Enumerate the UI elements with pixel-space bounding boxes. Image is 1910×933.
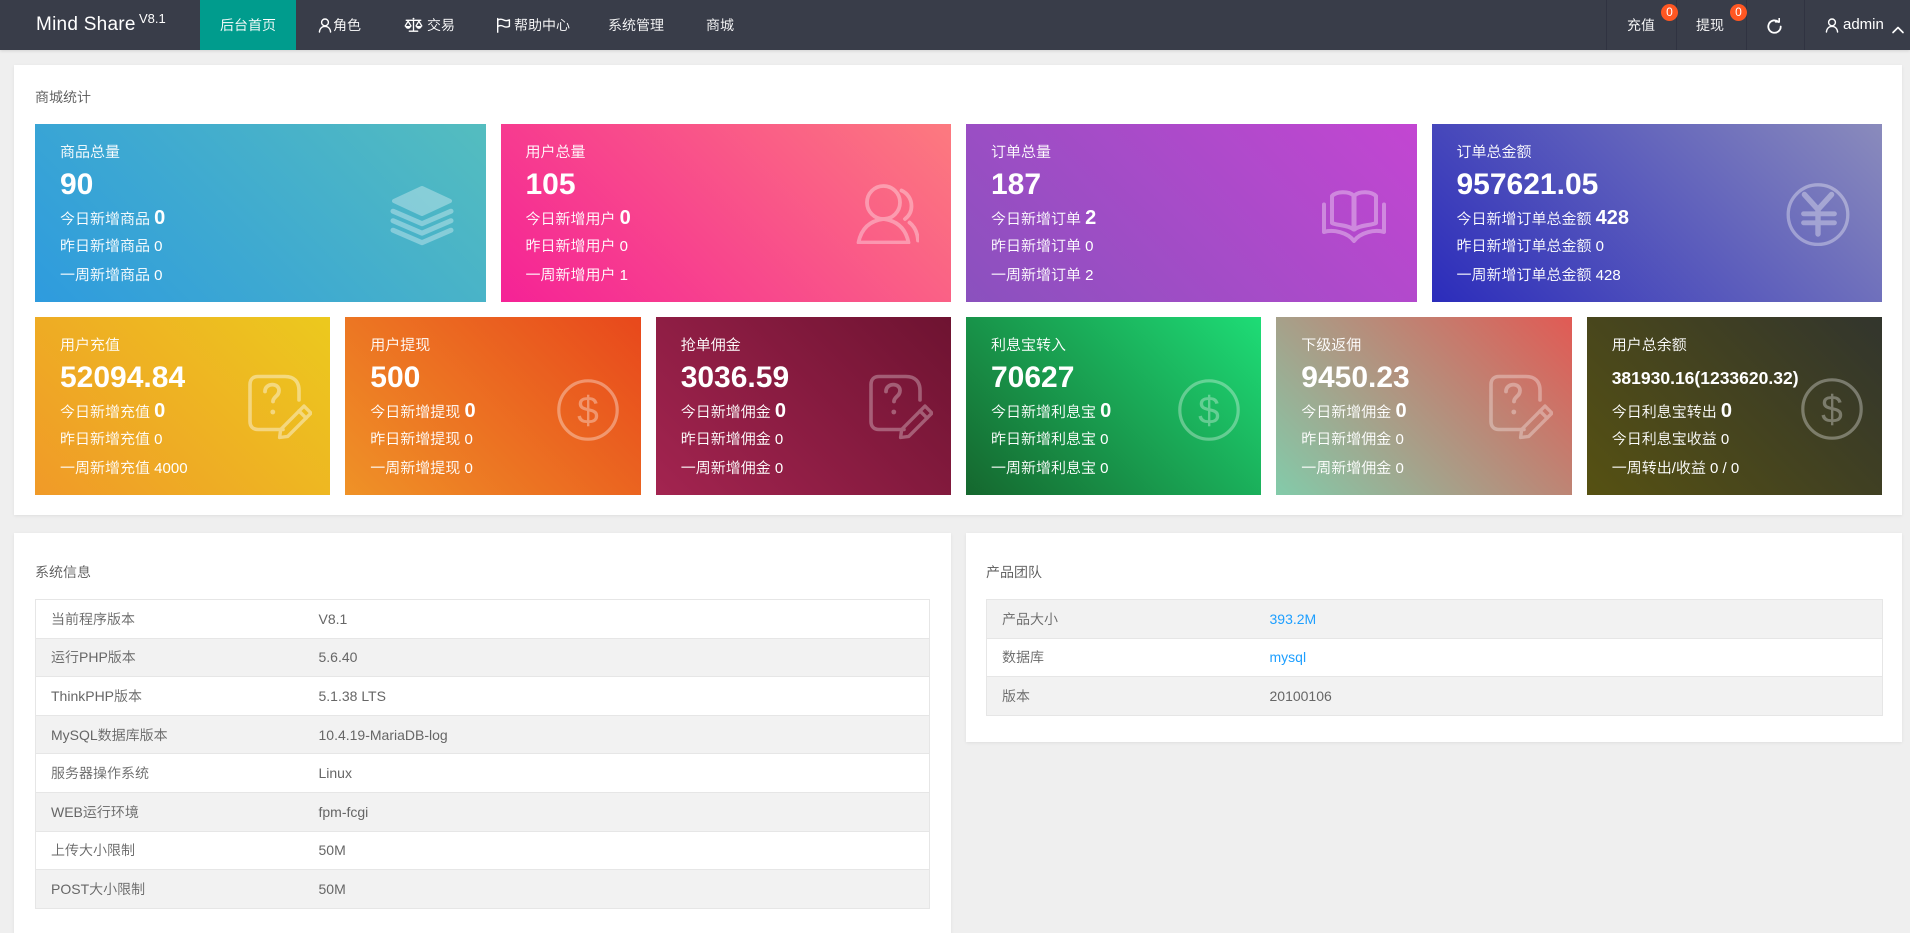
svg-text:$: $ [1821, 389, 1843, 432]
svg-text:$: $ [577, 390, 599, 433]
svg-text:$: $ [1198, 390, 1220, 433]
